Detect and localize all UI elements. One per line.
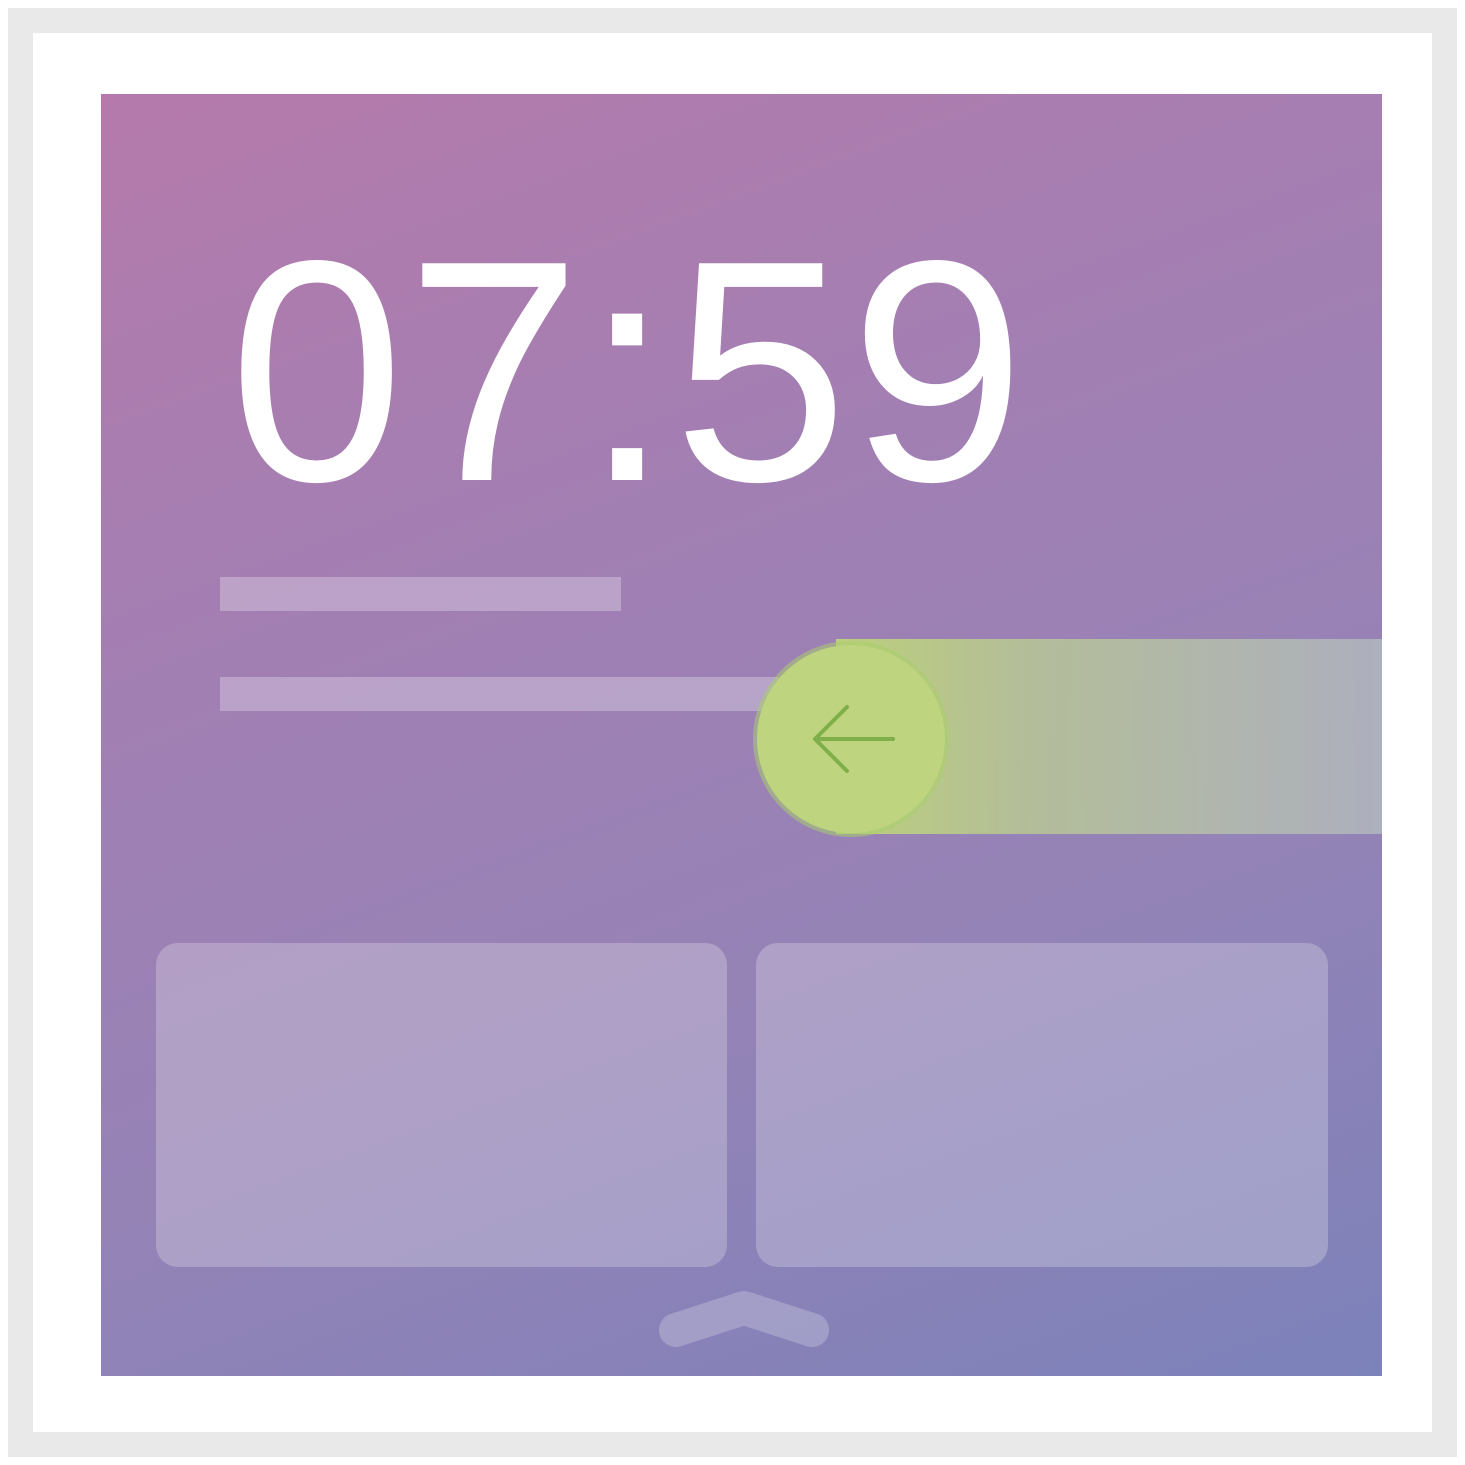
chevron-up-icon[interactable] — [656, 1284, 832, 1354]
text-placeholder-line — [220, 577, 621, 611]
widget-card[interactable] — [156, 943, 727, 1267]
clock-time: 07:59 — [229, 195, 1028, 547]
widget-card[interactable] — [756, 943, 1328, 1267]
text-placeholder-line — [220, 677, 780, 711]
swipe-handle[interactable] — [757, 645, 945, 833]
lock-screen: 07:59 — [101, 94, 1382, 1376]
arrow-left-icon — [813, 705, 895, 773]
